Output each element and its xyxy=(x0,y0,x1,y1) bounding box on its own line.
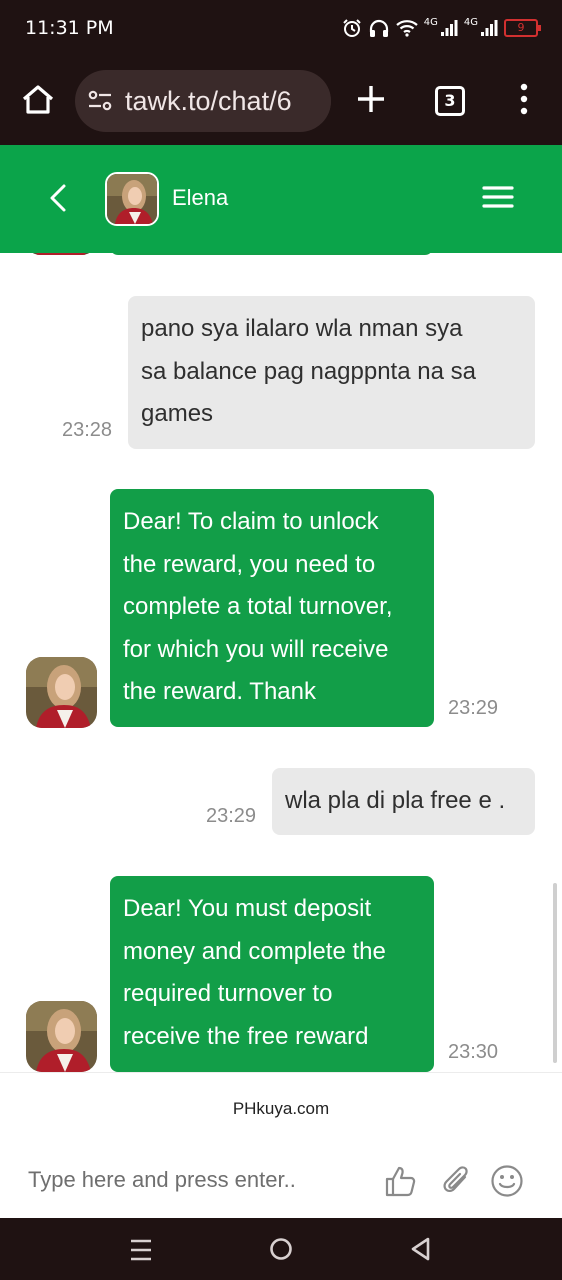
avatar-photo xyxy=(26,1001,97,1072)
status-icons: 4G 4G 9 xyxy=(342,15,541,41)
more-vert-icon[interactable] xyxy=(516,82,532,116)
message-line: Dear! You must deposit xyxy=(123,895,372,922)
browser-toolbar: tawk.to/chat/6 3 xyxy=(0,58,562,145)
tabs-icon[interactable]: 3 xyxy=(435,86,465,116)
chat-messages[interactable]: pano sya ilalaro wla nman sya sa balance… xyxy=(0,253,562,1072)
hamburger-icon[interactable] xyxy=(482,185,514,209)
system-nav-bar xyxy=(0,1218,562,1280)
back-chevron-icon[interactable] xyxy=(44,181,72,215)
wifi-icon xyxy=(396,20,418,37)
status-bar: 11:31 PM 4G 4G 9 xyxy=(0,0,562,58)
agent-name: Elena xyxy=(172,185,229,210)
status-time: 11:31 PM xyxy=(25,17,114,39)
signal-icon xyxy=(440,20,458,36)
message-input[interactable] xyxy=(28,1157,368,1203)
agent-message-bubble: Dear! To claim to unlock the reward, you… xyxy=(110,489,434,727)
message-line: receive the free reward xyxy=(123,1022,369,1050)
thumbs-up-icon[interactable] xyxy=(384,1164,418,1198)
agent-avatar xyxy=(105,172,159,226)
url-text: tawk.to/chat/6 xyxy=(125,86,292,116)
agent-avatar xyxy=(26,1001,97,1072)
tune-icon[interactable] xyxy=(87,89,113,113)
headphones-icon xyxy=(369,19,388,37)
chat-footer: PHkuya.com xyxy=(0,1072,562,1219)
signal-icon xyxy=(481,20,498,36)
url-fade xyxy=(301,70,331,132)
message-line: wla pla di pla free e . xyxy=(285,787,506,814)
agent-bubble-partial xyxy=(110,253,433,255)
avatar-photo xyxy=(107,174,157,224)
message-line: Dear! To claim to unlock xyxy=(123,508,379,535)
message-line: the reward. Thank xyxy=(123,678,316,705)
alarm-icon xyxy=(343,19,361,37)
chat-scrollbar[interactable] xyxy=(553,883,557,1063)
agent-avatar xyxy=(26,657,97,728)
recents-icon[interactable] xyxy=(128,1238,154,1262)
message-line: money and complete the xyxy=(123,937,386,965)
message-time: 23:29 xyxy=(206,805,257,827)
message-line: the reward, you need to xyxy=(123,550,376,578)
agent-avatar-partial xyxy=(26,253,96,255)
network-type-2: 4G xyxy=(463,17,478,28)
message-line: sa balance pag nagppnta na sa xyxy=(141,357,476,385)
network-type-1: 4G xyxy=(423,17,438,28)
message-line: complete a total turnover, xyxy=(123,593,393,620)
paperclip-icon[interactable] xyxy=(441,1164,473,1198)
chat-header: Elena xyxy=(0,145,562,253)
message-line: for which you will receive xyxy=(123,635,389,663)
user-message-bubble: wla pla di pla free e . xyxy=(272,768,535,835)
home-icon[interactable] xyxy=(18,80,58,120)
plus-icon[interactable] xyxy=(354,82,388,116)
address-bar[interactable]: tawk.to/chat/6 xyxy=(75,70,331,132)
nav-home-icon[interactable] xyxy=(268,1236,294,1262)
message-line: games xyxy=(141,400,214,427)
message-time: 23:29 xyxy=(448,697,499,719)
emoji-icon[interactable] xyxy=(490,1164,524,1198)
message-time: 23:30 xyxy=(448,1041,499,1063)
avatar-photo xyxy=(26,657,97,728)
user-message-bubble: pano sya ilalaro wla nman sya sa balance… xyxy=(128,296,535,449)
agent-message-bubble: Dear! You must deposit money and complet… xyxy=(110,876,434,1072)
brand-label: PHkuya.com xyxy=(232,1099,330,1118)
message-line: pano sya ilalaro wla nman sya xyxy=(141,315,463,342)
message-time: 23:28 xyxy=(62,419,113,441)
nav-back-icon[interactable] xyxy=(408,1236,434,1262)
battery-icon: 9 xyxy=(504,19,541,37)
message-line: required turnover to xyxy=(123,980,333,1007)
